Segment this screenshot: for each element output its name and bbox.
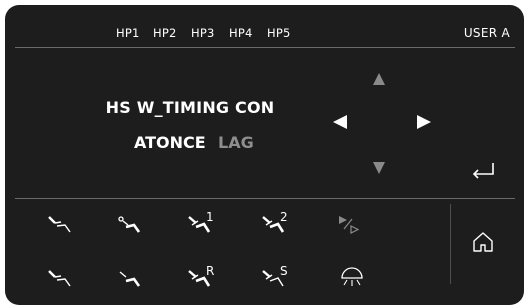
- user-label[interactable]: USER A: [464, 26, 510, 40]
- handpiece-s-icon[interactable]: S: [261, 263, 289, 287]
- arrow-up-icon[interactable]: [372, 72, 386, 86]
- handpiece-1-icon[interactable]: [45, 213, 73, 237]
- lamp-icon[interactable]: [339, 265, 367, 289]
- arrow-down-icon[interactable]: [372, 161, 386, 175]
- handpiece-4-icon[interactable]: 2: [261, 209, 289, 233]
- arrow-left-icon[interactable]: [332, 114, 348, 130]
- arrow-right-icon[interactable]: [416, 114, 432, 130]
- handpiece-6-icon[interactable]: [115, 267, 143, 291]
- option-atonce[interactable]: ATONCE: [134, 133, 206, 152]
- bottom-divider: [15, 198, 515, 199]
- handpiece-4-label: 2: [280, 210, 288, 224]
- handpiece-2-icon[interactable]: [115, 213, 143, 237]
- handpiece-3-icon[interactable]: 1: [187, 209, 215, 233]
- tab-hp1[interactable]: HP1: [116, 26, 140, 40]
- tab-hp2[interactable]: HP2: [153, 26, 177, 40]
- enter-icon[interactable]: [471, 162, 495, 180]
- option-lag[interactable]: LAG: [218, 133, 254, 152]
- tab-hp3[interactable]: HP3: [191, 26, 215, 40]
- handpiece-r-icon[interactable]: R: [187, 263, 215, 287]
- play-step-icon[interactable]: [337, 213, 365, 237]
- handpiece-r-label: R: [206, 264, 214, 278]
- handpiece-3-label: 1: [206, 210, 214, 224]
- tab-hp5[interactable]: HP5: [267, 26, 291, 40]
- handpiece-5-icon[interactable]: [45, 267, 73, 291]
- setting-title: HS W_TIMING CON: [105, 98, 275, 117]
- handpiece-s-label: S: [280, 264, 288, 278]
- header-divider: [15, 47, 515, 48]
- home-icon[interactable]: [472, 231, 494, 253]
- control-panel: HP1 HP2 HP3 HP4 HP5 USER A HS W_TIMING C…: [5, 5, 524, 305]
- vertical-divider: [450, 204, 451, 284]
- tab-hp4[interactable]: HP4: [229, 26, 253, 40]
